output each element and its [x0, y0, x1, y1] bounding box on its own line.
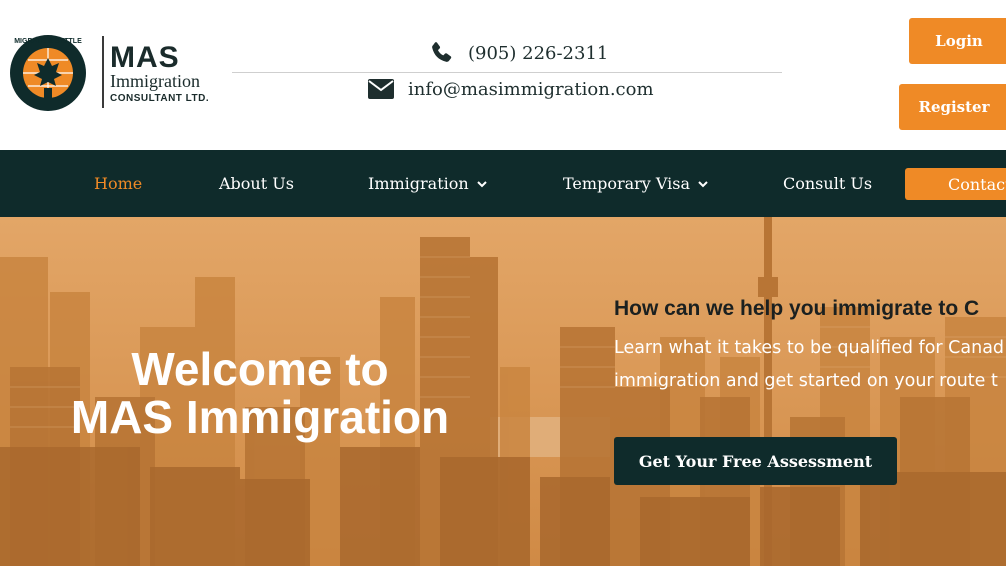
logo-divider	[102, 36, 104, 108]
nav-item-temporary-visa[interactable]: Temporary Visa	[563, 150, 708, 217]
help-line1: Learn what it takes to be qualified for …	[614, 338, 1005, 358]
logo-name: MAS	[110, 41, 180, 74]
nav-item-label: Home	[94, 174, 143, 193]
nav-item-about-us[interactable]: About Us	[219, 150, 294, 217]
nav-item-label: About Us	[219, 174, 294, 193]
logo-text: MAS Immigration CONSULTANT LTD.	[110, 41, 210, 105]
nav-item-label: Immigration	[368, 174, 469, 193]
nav-item-label: Temporary Visa	[563, 174, 691, 193]
hero-help-description: Learn what it takes to be qualified for …	[614, 332, 1004, 398]
email-address: info@masimmigration.com	[408, 78, 654, 100]
hero-section: Welcome to MAS Immigration How can we he…	[0, 217, 1006, 566]
nav-item-label: Consult Us	[783, 174, 873, 193]
free-assessment-button[interactable]: Get Your Free Assessment	[614, 437, 897, 485]
chevron-down-icon	[476, 180, 487, 187]
contact-divider	[232, 72, 782, 73]
chevron-down-icon	[698, 180, 708, 187]
login-button[interactable]: Login	[909, 18, 1006, 64]
logo-emblem-icon: MIGRATE & SETTLE	[10, 35, 86, 111]
nav-item-immigration[interactable]: Immigration	[368, 150, 487, 217]
email-contact[interactable]: info@masimmigration.com	[368, 76, 654, 102]
nav-item-consult-us[interactable]: Consult Us	[783, 150, 872, 217]
phone-number: (905) 226-2311	[468, 42, 609, 64]
phone-contact[interactable]: (905) 226-2311	[428, 40, 608, 66]
phone-icon	[432, 42, 452, 62]
welcome-line2: MAS Immigration	[70, 391, 450, 443]
contact-button[interactable]: Contact	[905, 168, 1006, 200]
logo-line2: Immigration	[110, 71, 200, 91]
main-nav: Home About Us Immigration Temporary Visa…	[0, 150, 1006, 217]
logo-line3: CONSULTANT LTD.	[110, 93, 210, 104]
welcome-line1: Welcome to	[131, 343, 389, 395]
hero-help-title: How can we help you immigrate to C	[614, 297, 980, 320]
brand-logo[interactable]: MIGRATE & SETTLE MAS Immigration CONSULT…	[4, 30, 214, 112]
logo-emblem-text: MIGRATE & SETTLE	[14, 38, 82, 45]
site-header: MIGRATE & SETTLE MAS Immigration CONSULT…	[0, 0, 1006, 150]
help-line2: immigration and get started on your rout…	[614, 371, 998, 391]
register-button[interactable]: Register	[899, 84, 1006, 130]
nav-item-home[interactable]: Home	[94, 150, 142, 217]
envelope-icon	[368, 79, 394, 99]
hero-welcome-heading: Welcome to MAS Immigration	[40, 345, 480, 441]
